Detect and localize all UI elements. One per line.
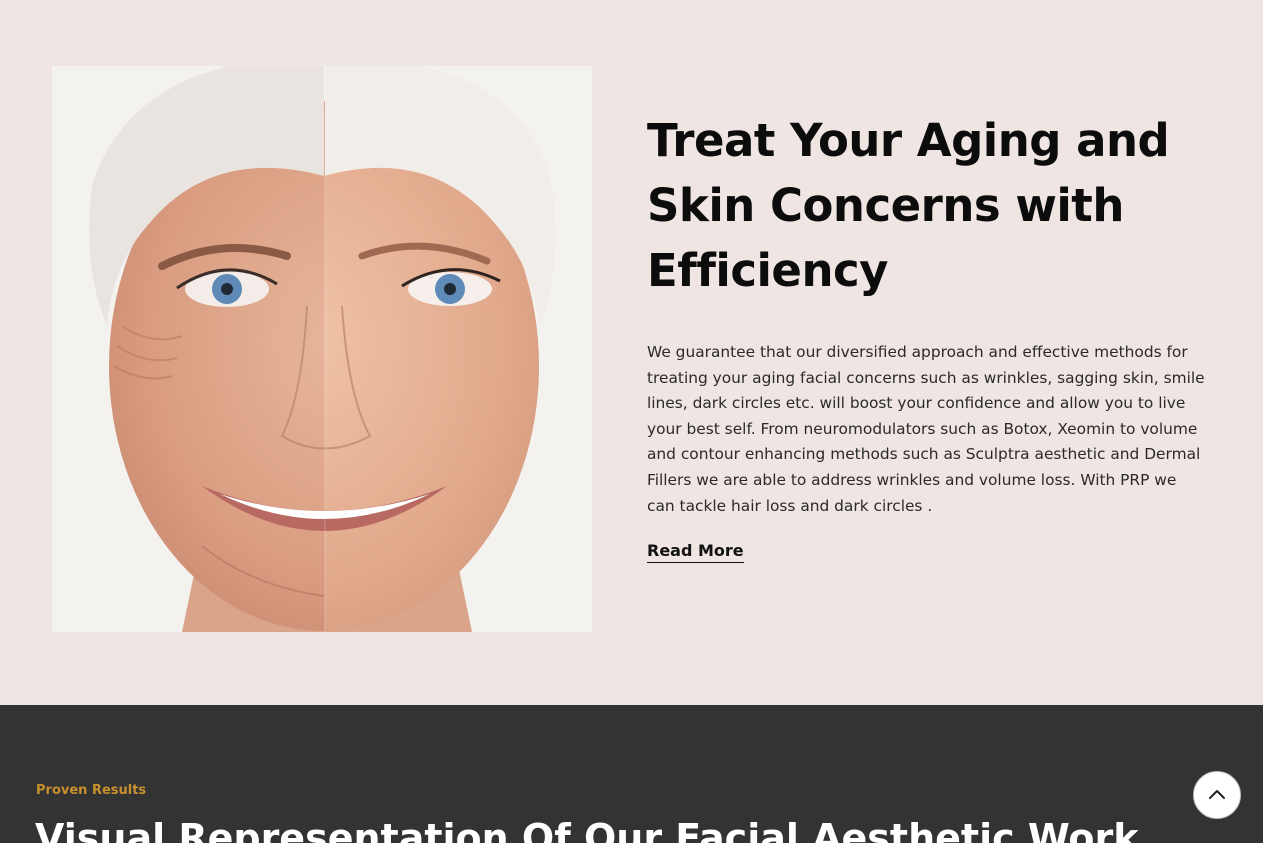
description-line: lines, dark circles etc. will boost your… xyxy=(647,394,1186,413)
section-eyebrow: Proven Results xyxy=(36,783,147,798)
results-title: Visual Representation Of Our Facial Aest… xyxy=(35,816,1139,843)
description-line: your best self. From neuromodulators suc… xyxy=(647,419,1198,438)
description-line: can tackle hair loss and dark circles . xyxy=(647,496,933,515)
description-line: We guarantee that our diversified approa… xyxy=(647,343,1188,361)
chevron-up-icon xyxy=(1209,790,1225,799)
description-line: treating your aging facial concerns such… xyxy=(647,368,1205,387)
aging-treatment-copy: Treat Your Aging and Skin Concerns with … xyxy=(647,108,1227,564)
section-description: We guarantee that our diversified approa… xyxy=(647,340,1227,519)
scroll-to-top-button[interactable] xyxy=(1193,771,1241,819)
portrait-before-after-image xyxy=(52,66,592,632)
title-line: Skin Concerns with xyxy=(647,179,1124,232)
description-line: Fillers we are able to address wrinkles … xyxy=(647,470,1177,489)
read-more-link[interactable]: Read More xyxy=(647,540,744,564)
title-line: Treat Your Aging and xyxy=(647,114,1170,167)
proven-results-section: Proven Results Visual Representation Of … xyxy=(0,705,1263,843)
aging-treatment-section: Treat Your Aging and Skin Concerns with … xyxy=(0,0,1263,705)
description-line: and contour enhancing methods such as Sc… xyxy=(647,445,1201,464)
title-line: Efficiency xyxy=(647,244,888,297)
section-title: Treat Your Aging and Skin Concerns with … xyxy=(647,108,1227,303)
